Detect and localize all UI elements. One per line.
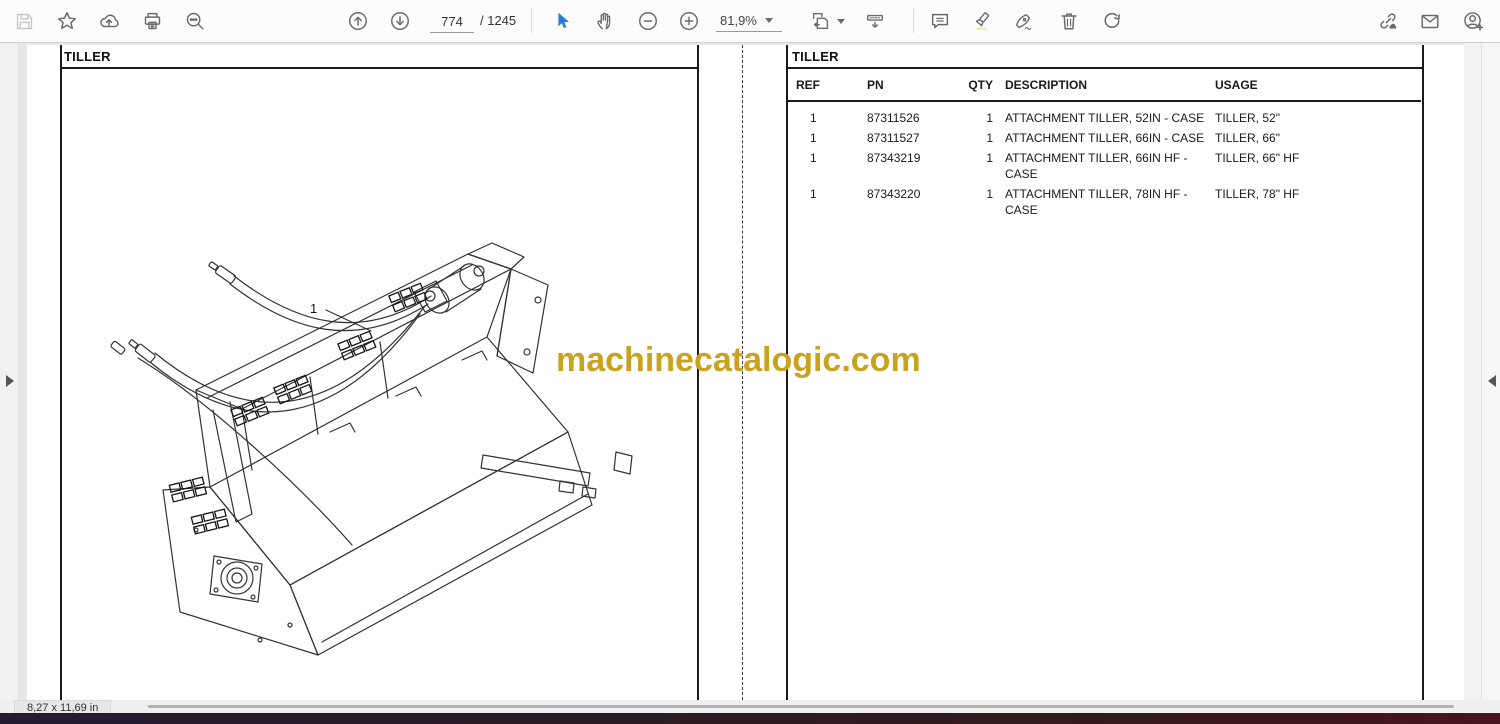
- parts-table: REF PN QTY DESCRIPTION USAGE 1 87311526 …: [787, 74, 1421, 220]
- status-bar: 8,27 x 11,69 in: [0, 700, 1500, 715]
- table-row: 1 87311526 1 ATTACHMENT TILLER, 52IN - C…: [796, 108, 1421, 128]
- zoom-in-icon[interactable]: [678, 10, 700, 32]
- pdf-viewer: / 1245 81,9%: [0, 0, 1500, 724]
- rotate-icon[interactable]: [1101, 10, 1123, 32]
- highlight-icon[interactable]: [971, 10, 993, 32]
- hide-toolbar-icon[interactable]: [864, 10, 886, 32]
- sidebar-expand-toggle[interactable]: [2, 372, 16, 390]
- page-number-input[interactable]: [430, 10, 474, 33]
- cell-pn: 87311526: [867, 111, 920, 125]
- chevron-down-icon[interactable]: [835, 10, 847, 32]
- page-up-icon[interactable]: [347, 10, 369, 32]
- cell-description: ATTACHMENT TILLER, 66IN HF - CASE: [1005, 151, 1188, 181]
- cell-ref: 1: [810, 151, 817, 165]
- table-row: 1 87343219 1 ATTACHMENT TILLER, 66IN HF …: [796, 148, 1421, 184]
- upload-icon[interactable]: [98, 10, 120, 32]
- delete-icon[interactable]: [1058, 10, 1080, 32]
- panel-collapse-toggle[interactable]: [1485, 372, 1499, 390]
- table-row: 1 87343220 1 ATTACHMENT TILLER, 78IN HF …: [796, 184, 1421, 220]
- sidebar-strip: [0, 42, 19, 700]
- cell-usage: TILLER, 52": [1215, 111, 1280, 125]
- print-icon[interactable]: [141, 10, 163, 32]
- favorite-icon[interactable]: [56, 10, 78, 32]
- table-header-row: REF PN QTY DESCRIPTION USAGE: [787, 74, 1421, 102]
- cell-description: ATTACHMENT TILLER, 52IN - CASE: [1005, 111, 1205, 125]
- cell-description: ATTACHMENT TILLER, 78IN HF - CASE: [1005, 187, 1188, 217]
- column-header-usage: USAGE: [1215, 78, 1258, 92]
- page-size-value: 8,27 x 11,69 in: [27, 701, 99, 714]
- zoom-out-icon[interactable]: [637, 10, 659, 32]
- column-header-pn: PN: [867, 78, 884, 92]
- page-title: TILLER: [64, 49, 111, 64]
- fit-page-icon[interactable]: [810, 10, 832, 32]
- toolbar-divider: [531, 9, 532, 33]
- cell-ref: 1: [810, 111, 817, 125]
- share-link-icon[interactable]: [1377, 10, 1399, 32]
- zoom-level-value: 81,9%: [720, 13, 757, 28]
- cell-qty: 1: [986, 111, 993, 125]
- toolbar: / 1245 81,9%: [0, 0, 1500, 43]
- vertical-scrollbar[interactable]: [1464, 42, 1481, 700]
- toolbar-divider: [913, 9, 914, 33]
- email-icon[interactable]: [1419, 10, 1441, 32]
- select-tool-icon[interactable]: [552, 10, 574, 32]
- watermark-text: machinecatalogic.com: [556, 341, 921, 379]
- cell-usage: TILLER, 66": [1215, 131, 1280, 145]
- save-icon[interactable]: [13, 10, 35, 32]
- right-page-border-right: [1422, 45, 1424, 700]
- chevron-down-icon: [764, 18, 773, 23]
- figure-ref-label: 1: [310, 301, 317, 316]
- horizontal-scrollbar-thumb[interactable]: [148, 705, 1454, 708]
- cell-usage: TILLER, 78" HF: [1215, 187, 1300, 201]
- column-header-description: DESCRIPTION: [1005, 78, 1088, 92]
- cell-ref: 1: [810, 131, 817, 145]
- column-header-ref: REF: [796, 78, 820, 92]
- taskbar-edge: [0, 713, 1500, 724]
- page-title: TILLER: [792, 49, 839, 64]
- column-header-qty: QTY: [968, 78, 993, 92]
- page-total-label: / 1245: [480, 13, 517, 28]
- cell-qty: 1: [986, 187, 993, 201]
- table-row: 1 87311527 1 ATTACHMENT TILLER, 66IN - C…: [796, 128, 1421, 148]
- cell-qty: 1: [986, 151, 993, 165]
- zoom-level-dropdown[interactable]: 81,9%: [716, 10, 782, 32]
- left-page-title-rule: [60, 67, 698, 69]
- cell-qty: 1: [986, 131, 993, 145]
- signature-icon[interactable]: [1013, 10, 1035, 32]
- cell-pn: 87343219: [867, 151, 921, 165]
- page-down-icon[interactable]: [389, 10, 411, 32]
- hand-tool-icon[interactable]: [594, 10, 616, 32]
- right-panel-strip: [1481, 42, 1500, 700]
- add-account-icon[interactable]: [1462, 10, 1484, 32]
- comment-icon[interactable]: [929, 10, 951, 32]
- cell-ref: 1: [810, 187, 817, 201]
- cell-pn: 87311527: [867, 131, 920, 145]
- right-page-title-rule: [786, 67, 1423, 69]
- tiller-diagram: 1: [110, 242, 633, 656]
- cell-description: ATTACHMENT TILLER, 66IN - CASE: [1005, 131, 1205, 145]
- cell-usage: TILLER, 66" HF: [1215, 151, 1300, 165]
- search-icon[interactable]: [184, 10, 206, 32]
- cell-pn: 87343220: [867, 187, 921, 201]
